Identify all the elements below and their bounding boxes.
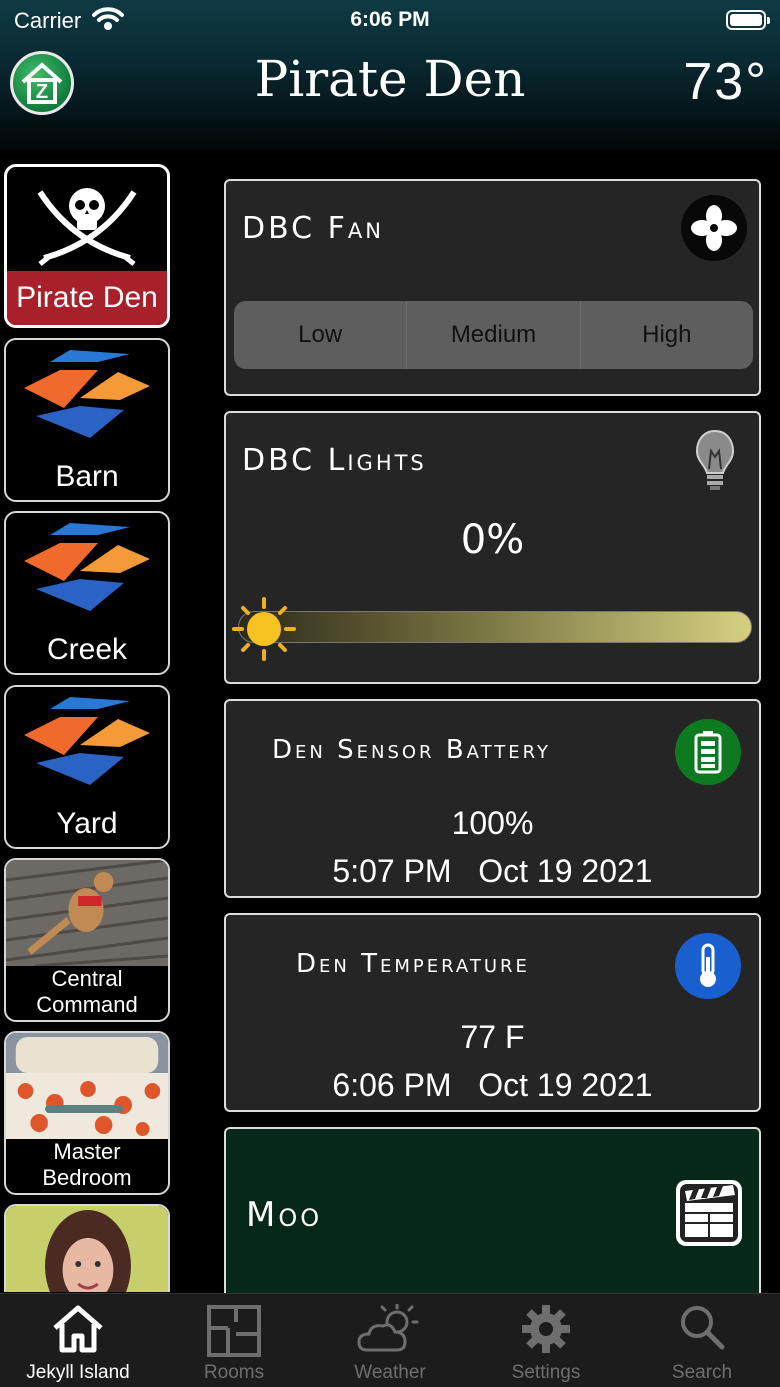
room-sidebar[interactable]: Pirate Den Barn Creek Yard Central Comma… xyxy=(4,164,170,1292)
tab-label: Jekyll Island xyxy=(26,1362,130,1383)
tab-settings[interactable]: Settings xyxy=(468,1294,624,1387)
room-label: Barn xyxy=(55,460,119,493)
room-label: Pirate Den xyxy=(7,271,167,325)
room-tile-pirate-den[interactable]: Pirate Den xyxy=(4,164,170,328)
room-tile-yard[interactable]: Yard xyxy=(4,685,170,849)
tab-label: Search xyxy=(671,1362,733,1383)
battery-time: 5:07 PM xyxy=(332,853,452,889)
tab-search[interactable]: Search xyxy=(624,1294,780,1387)
clapperboard-icon xyxy=(675,1179,743,1252)
fan-speed-control[interactable]: Low Medium High xyxy=(234,301,753,369)
tab-label: Rooms xyxy=(203,1362,265,1383)
lightbulb-icon[interactable] xyxy=(695,429,735,496)
temperature-value: 77 F xyxy=(460,1019,525,1055)
pirate-flag-icon xyxy=(7,167,167,273)
room-label-line1: Master xyxy=(53,1139,121,1164)
room-label: Creek xyxy=(46,633,128,666)
room-tile-master-bedroom[interactable]: Master Bedroom xyxy=(4,1031,170,1195)
battery-sensor-card: Den Sensor Battery 100% 5:07 PM Oct 19 2… xyxy=(224,699,761,898)
tab-rooms[interactable]: Rooms xyxy=(156,1294,312,1387)
floorplan-icon xyxy=(206,1304,262,1363)
room-label-line1: Central xyxy=(51,966,123,991)
gear-icon xyxy=(521,1304,571,1359)
fan-title: DBC Fan xyxy=(242,211,384,246)
search-icon xyxy=(679,1304,725,1355)
status-time: 6:06 PM xyxy=(350,8,430,31)
lights-card: DBC Lights 0% xyxy=(224,411,761,684)
temperature-date: Oct 19 2021 xyxy=(478,1067,653,1103)
scene-card-moo[interactable]: Moo xyxy=(224,1127,761,1307)
battery-timestamp: 5:07 PM Oct 19 2021 xyxy=(226,853,759,890)
tab-bar: Jekyll Island Rooms Weather Settings Sea… xyxy=(0,1293,780,1387)
room-label-line2: Command xyxy=(36,992,138,1017)
room-label: Yard xyxy=(56,807,118,840)
fan-card: DBC Fan Low Medium High xyxy=(224,179,761,396)
battery-value: 100% xyxy=(451,805,534,841)
scene-title: Moo xyxy=(246,1195,323,1235)
room-tile-central-command[interactable]: Central Command xyxy=(4,858,170,1022)
lights-level: 0% xyxy=(460,517,525,563)
zwave-logo-icon xyxy=(6,340,168,446)
fan-speed-medium[interactable]: Medium xyxy=(406,301,579,369)
temperature-readout: 73° xyxy=(683,53,768,111)
lights-title: DBC Lights xyxy=(242,443,427,478)
zwave-logo-icon xyxy=(6,513,168,619)
temperature-sensor-title: Den Temperature xyxy=(296,949,530,979)
status-bar: Carrier 6:06 PM xyxy=(0,0,780,42)
fan-icon[interactable] xyxy=(681,195,747,261)
fan-speed-low[interactable]: Low xyxy=(234,301,406,369)
room-label: Master Bedroom xyxy=(6,1137,168,1193)
brightness-slider[interactable] xyxy=(238,611,752,643)
bedroom-photo xyxy=(6,1033,168,1139)
person-photo xyxy=(6,1206,168,1292)
tab-label: Settings xyxy=(511,1362,581,1383)
page-title: Pirate Den xyxy=(254,50,526,108)
temperature-time: 6:06 PM xyxy=(332,1067,452,1103)
sun-slider-thumb-icon[interactable] xyxy=(232,597,296,666)
header: Carrier 6:06 PM Z Pirate Den 73° xyxy=(0,0,780,150)
temperature-sensor-card: Den Temperature 77 F 6:06 PM Oct 19 2021 xyxy=(224,913,761,1112)
fan-speed-high[interactable]: High xyxy=(579,301,753,369)
room-tile-person[interactable] xyxy=(4,1204,170,1292)
room-label-line2: Bedroom xyxy=(42,1165,132,1190)
tab-label: Weather xyxy=(354,1362,426,1383)
tab-jekyll-island[interactable]: Jekyll Island xyxy=(0,1294,156,1387)
tab-weather[interactable]: Weather xyxy=(312,1294,468,1387)
thermometer-icon xyxy=(675,933,741,999)
battery-date: Oct 19 2021 xyxy=(478,853,653,889)
room-tile-barn[interactable]: Barn xyxy=(4,338,170,502)
temperature-timestamp: 6:06 PM Oct 19 2021 xyxy=(226,1067,759,1104)
battery-status-icon xyxy=(726,10,770,30)
battery-icon xyxy=(675,719,741,785)
home-icon xyxy=(51,1304,105,1359)
room-tile-creek[interactable]: Creek xyxy=(4,511,170,675)
zwave-logo-icon xyxy=(6,687,168,793)
room-label: Central Command xyxy=(6,964,168,1020)
weather-icon xyxy=(357,1303,423,1361)
dog-photo xyxy=(6,860,168,966)
